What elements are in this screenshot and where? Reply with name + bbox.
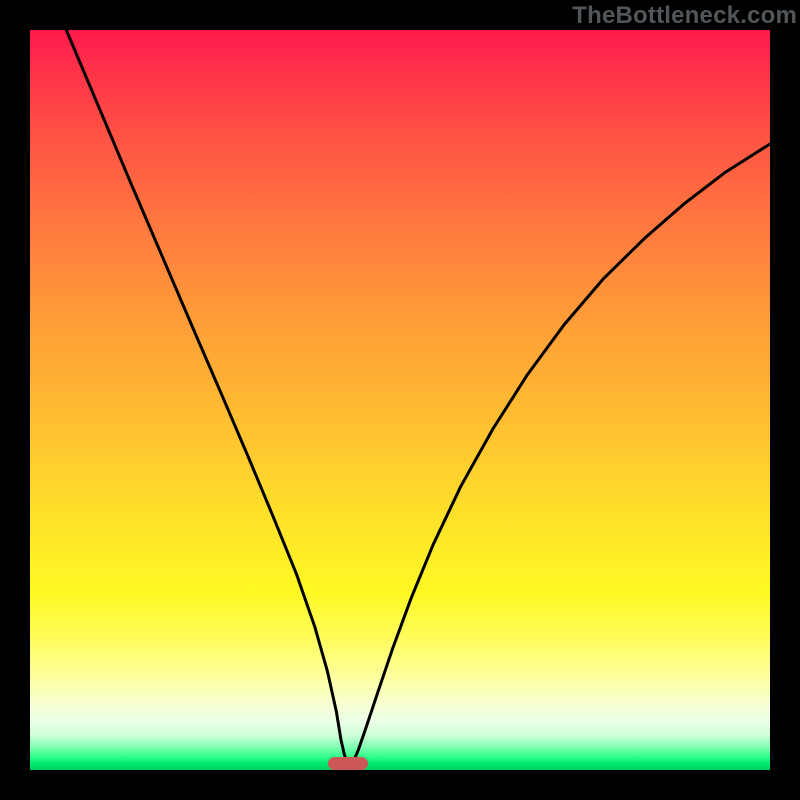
chart-frame: TheBottleneck.com: [0, 0, 800, 800]
curve-layer: [30, 30, 770, 770]
curve-left-branch: [66, 30, 348, 763]
brand-watermark: TheBottleneck.com: [572, 2, 797, 30]
plot-area: [30, 30, 770, 770]
optimum-marker: [328, 757, 368, 770]
curve-right-branch: [353, 144, 770, 763]
